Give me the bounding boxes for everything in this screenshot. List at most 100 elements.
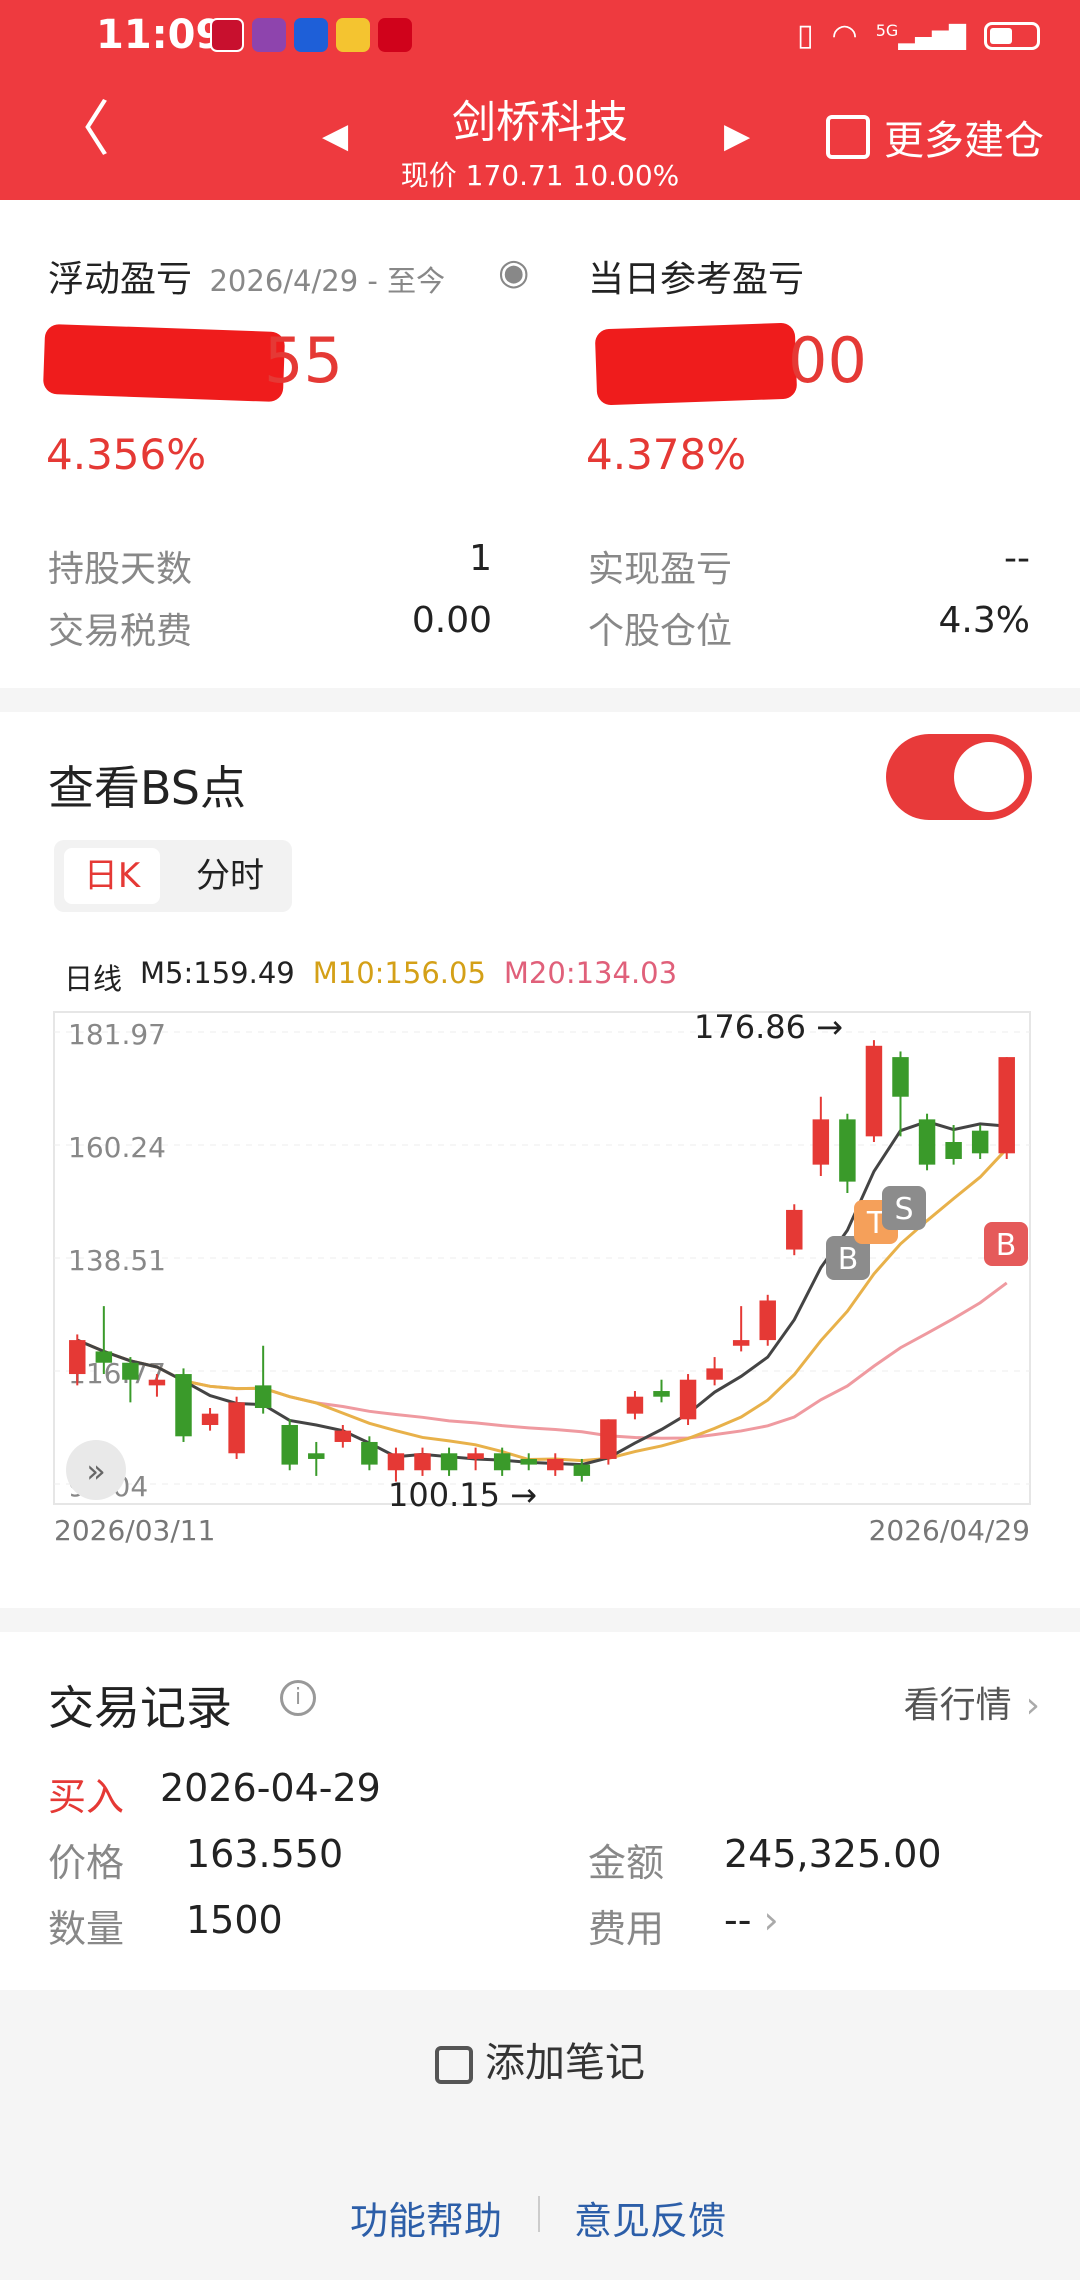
- candle-body: [786, 1209, 803, 1250]
- app-notification-icon: [294, 18, 328, 52]
- candle-body: [175, 1374, 192, 1437]
- holding-days-value: 1: [469, 538, 492, 579]
- position-pct-value: 4.3%: [938, 600, 1030, 641]
- wifi-icon: ◠: [831, 18, 858, 53]
- candle-body: [201, 1413, 219, 1425]
- floating-pl-pct: 4.356%: [46, 430, 207, 479]
- candle-body: [759, 1300, 776, 1341]
- bs-card: 查看BS点 日K 分时 日线 M5:159.49 M10:156.05 M20:…: [0, 712, 1080, 1608]
- header: 11:09 ▯ ◠ 5G▂▄▆█ 〈 ◀ 剑桥科技 现价 170.71 10.0…: [0, 0, 1080, 200]
- tax-fee-value: 0.00: [411, 600, 492, 641]
- amount-value: 245,325.00: [724, 1832, 942, 1876]
- candle-body: [679, 1379, 697, 1420]
- candle-body: [493, 1453, 511, 1471]
- candle-body: [971, 1130, 989, 1154]
- floating-pl-value: 55: [264, 324, 343, 397]
- candle-body: [95, 1351, 113, 1363]
- redaction-mark: [594, 322, 798, 406]
- candle-body: [839, 1119, 856, 1182]
- external-link-icon: [826, 115, 870, 159]
- ma5-line: [76, 1120, 1007, 1467]
- position-pct-label: 个股仓位: [588, 611, 733, 652]
- x-tick-label: 2026/03/11: [54, 1514, 215, 1547]
- daily-ref-label: 当日参考盈亏: [588, 259, 805, 300]
- more-build-button[interactable]: 更多建仓: [826, 108, 1044, 166]
- app-notification-icon: [378, 18, 412, 52]
- floating-pl-label: 浮动盈亏 2026/4/29 - 至今: [48, 259, 446, 300]
- trade-date: 2026-04-29: [160, 1766, 381, 1810]
- candle-body: [228, 1402, 245, 1454]
- trades-card: 交易记录 i 看行情 › 买入 2026-04-29 价格 163.550 金额 …: [0, 1632, 1080, 1990]
- candle-body: [467, 1453, 484, 1459]
- bs-marker-label: B: [996, 1228, 1017, 1263]
- qty-label: 数量: [48, 1907, 125, 1951]
- candle-body: [573, 1464, 591, 1476]
- candle-body: [706, 1368, 723, 1380]
- nav-bar: 〈 ◀ 剑桥科技 现价 170.71 10.00% ▶ 更多建仓: [0, 80, 1080, 200]
- candle-body: [945, 1142, 962, 1159]
- candle-body: [812, 1119, 830, 1165]
- amount-label: 金额: [588, 1841, 665, 1885]
- candle-body: [918, 1119, 936, 1165]
- candle-body: [254, 1385, 272, 1409]
- expand-icon-glyph: »: [86, 1452, 106, 1490]
- candle-body: [122, 1362, 139, 1380]
- candle-body: [334, 1430, 352, 1442]
- date-range: 2026/4/29 - 至今: [209, 264, 446, 298]
- next-stock-icon[interactable]: ▶: [724, 116, 750, 156]
- candle-body: [865, 1045, 883, 1137]
- daily-ref-pct: 4.378%: [586, 430, 747, 479]
- high-annotation: 176.86 →: [694, 1008, 843, 1046]
- bs-marker-label: S: [894, 1192, 913, 1227]
- system-icons: ▯ ◠ 5G▂▄▆█: [797, 18, 1040, 53]
- bs-marker-label: B: [838, 1242, 859, 1277]
- chevron-right-icon: ›: [1025, 1685, 1040, 1726]
- candle-body: [653, 1391, 670, 1397]
- y-tick-label: 138.51: [68, 1244, 166, 1277]
- status-bar: 11:09 ▯ ◠ 5G▂▄▆█: [0, 0, 1080, 72]
- realized-pl-label: 实现盈亏: [588, 549, 733, 590]
- edit-icon: [435, 2046, 473, 2084]
- qty-value: 1500: [186, 1898, 283, 1942]
- candle-body: [626, 1396, 644, 1414]
- feedback-link[interactable]: 意见反馈: [574, 2190, 726, 2245]
- footer-divider: [538, 2196, 540, 2232]
- y-tick-label: 160.24: [68, 1131, 166, 1164]
- realized-pl-value: --: [1004, 538, 1030, 579]
- kline-chart[interactable]: 181.97160.24138.51116.7795.042026/03/112…: [0, 712, 1080, 1608]
- candle-body: [600, 1419, 617, 1459]
- app-notification-icon: [252, 18, 286, 52]
- price-label: 价格: [48, 1841, 125, 1885]
- trades-title: 交易记录: [48, 1681, 232, 1735]
- redaction-mark: [42, 323, 286, 403]
- vibrate-icon: ▯: [797, 18, 814, 53]
- app-notification-icon: [210, 18, 244, 52]
- fee-label: 费用: [588, 1907, 665, 1951]
- eye-icon[interactable]: ◉: [498, 252, 529, 293]
- battery-icon: [984, 21, 1040, 50]
- candle-body: [387, 1453, 405, 1471]
- candle-body: [732, 1340, 750, 1346]
- tax-fee-label: 交易税费: [48, 611, 193, 652]
- status-time: 11:09: [96, 12, 224, 58]
- price-value: 163.550: [186, 1832, 344, 1876]
- candle-body: [281, 1424, 298, 1465]
- notification-icons: [210, 18, 412, 52]
- candle-body: [69, 1340, 86, 1375]
- candle-body: [148, 1379, 166, 1386]
- candle-body: [440, 1453, 458, 1471]
- candle-body: [308, 1453, 325, 1459]
- app-notification-icon: [336, 18, 370, 52]
- view-quote-link[interactable]: 看行情 ›: [904, 1676, 1040, 1728]
- candle-body: [547, 1458, 564, 1471]
- candle-body: [892, 1057, 909, 1097]
- fee-value[interactable]: -- ›: [724, 1898, 779, 1942]
- info-icon[interactable]: i: [280, 1680, 316, 1716]
- candle-body: [998, 1057, 1015, 1154]
- summary-card: 浮动盈亏 2026/4/29 - 至今 ◉ 55 4.356% 当日参考盈亏 0…: [0, 200, 1080, 688]
- add-note-button[interactable]: 添加笔记: [0, 2030, 1080, 2088]
- low-annotation: 100.15 →: [388, 1476, 537, 1514]
- candle-body: [414, 1453, 431, 1471]
- daily-ref-value: 00: [788, 324, 867, 397]
- help-link[interactable]: 功能帮助: [350, 2190, 502, 2245]
